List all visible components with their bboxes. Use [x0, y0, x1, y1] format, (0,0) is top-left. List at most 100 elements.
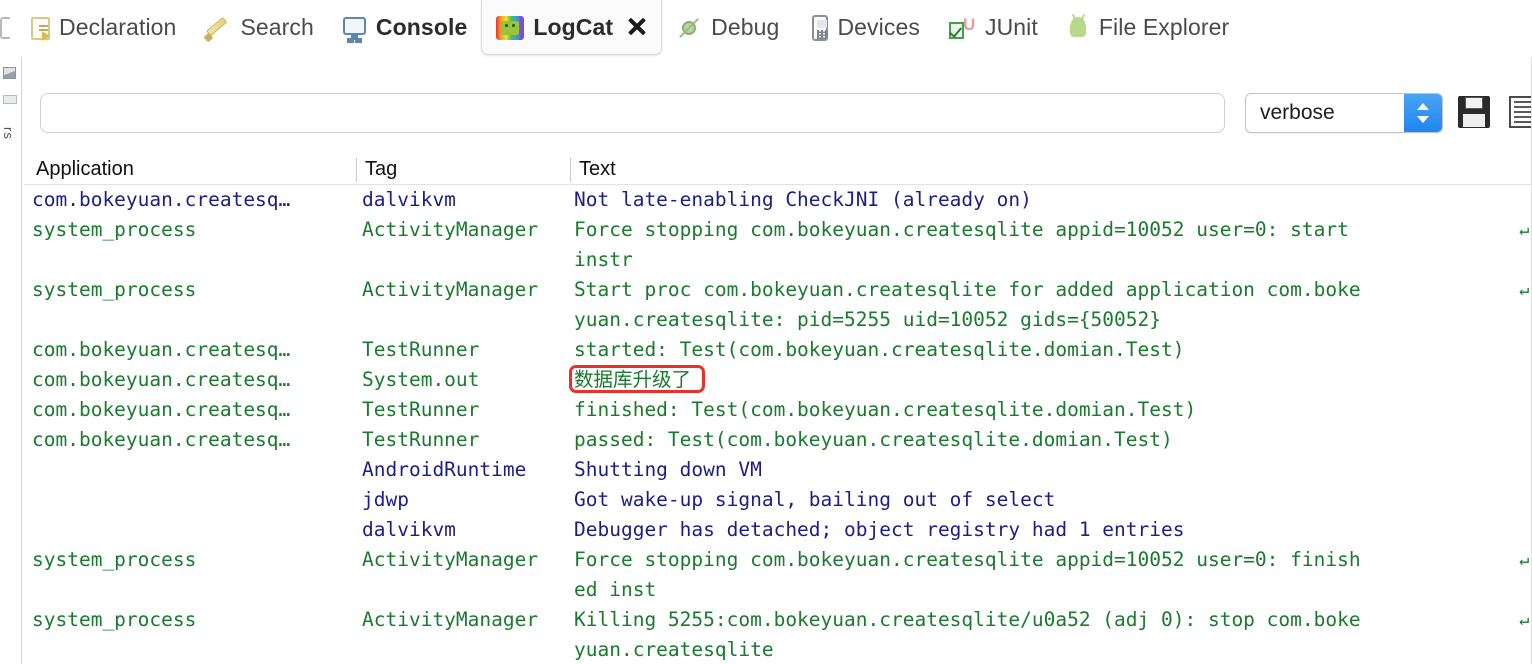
cell-tag: AndroidRuntime [362, 455, 570, 485]
tab-label: Devices [837, 14, 920, 41]
table-row[interactable]: jdwpGot wake-up signal, bailing out of s… [24, 485, 1532, 515]
device-phone-icon [812, 15, 828, 41]
cell-tag: ActivityManager [362, 605, 570, 635]
log-line: jdwpGot wake-up signal, bailing out of s… [24, 485, 1532, 515]
log-line: system_process ActivityManagerKilling 525… [24, 605, 1532, 635]
table-row[interactable]: system_process ActivityManagerKilling 525… [24, 605, 1532, 664]
export-document-icon[interactable] [1506, 93, 1532, 131]
cell-text: Got wake-up signal, bailing out of selec… [574, 485, 1504, 515]
declaration-icon [31, 17, 50, 40]
log-level-select[interactable]: verbose [1245, 93, 1443, 133]
cell-text: finished: Test(com.bokeyuan.createsqlite… [574, 395, 1504, 425]
cell-application: com.bokeyuan.createsq… [32, 395, 354, 425]
table-row[interactable]: system_process ActivityManagerForce stopp… [24, 215, 1532, 275]
log-row-list: com.bokeyuan.createsq…dalvikvmNot late-e… [24, 185, 1532, 664]
table-column-header: Application Tag Text [24, 158, 1532, 185]
tab-declaration[interactable]: Declaration [14, 0, 190, 55]
logcat-log-table[interactable]: Application Tag Text com.bokeyuan.create… [24, 158, 1532, 664]
cell-tag: System.out [362, 365, 570, 395]
log-line-continuation: yuan.createsqlite: pid=5255 uid=10052 gi… [24, 305, 1532, 335]
table-row[interactable]: AndroidRuntimeShutting down VM [24, 455, 1532, 485]
antenna-right-icon [1081, 13, 1085, 19]
cell-text: Debugger has detached; object registry h… [574, 515, 1504, 545]
table-row[interactable]: com.bokeyuan.createsq… TestRunnerpassed: … [24, 425, 1532, 455]
cell-text: Not late-enabling CheckJNI (already on) [574, 185, 1504, 215]
log-filter-input[interactable] [40, 93, 1225, 133]
tab-label: Search [240, 14, 313, 41]
log-line-continuation: instr [24, 245, 1532, 275]
table-row[interactable]: system_process ActivityManagerStart proc … [24, 275, 1532, 335]
wrap-continuation-icon: ↵ [1519, 545, 1529, 575]
logcat-android-icon [496, 16, 524, 40]
cell-text-continuation: yuan.createsqlite [574, 635, 1504, 664]
stepper-arrows-icon[interactable] [1404, 94, 1442, 132]
log-line: com.bokeyuan.createsq…System.out数据库升级了 [24, 365, 1532, 395]
cell-tag: TestRunner [362, 335, 570, 365]
cell-tag: jdwp [362, 485, 570, 515]
partial-tab-icon [0, 17, 10, 39]
cell-tag: TestRunner [362, 425, 570, 455]
tab-label: Declaration [59, 14, 176, 41]
tab-label: LogCat [533, 14, 613, 41]
tab-label: Console [376, 14, 467, 41]
tab-partial-offscreen[interactable] [0, 0, 14, 55]
cell-application: com.bokeyuan.createsq… [32, 185, 354, 215]
minimize-icon[interactable] [2, 91, 19, 108]
table-row[interactable]: system_process ActivityManagerForce stopp… [24, 545, 1532, 605]
cell-application: com.bokeyuan.createsq… [32, 335, 354, 365]
tab-logcat[interactable]: LogCat [481, 0, 662, 55]
cell-text: passed: Test(com.bokeyuan.createsqlite.d… [574, 425, 1504, 455]
antenna-left-icon [1072, 13, 1076, 19]
log-level-value: verbose [1246, 101, 1404, 125]
tab-junit[interactable]: JUnit [934, 0, 1052, 55]
view-tab-bar: Declaration Search Console LogCat Debug Devic… [0, 0, 1532, 55]
tab-console[interactable]: Console [328, 0, 481, 55]
log-line-continuation: ed inst [24, 575, 1532, 605]
log-line: system_process ActivityManagerStart proc … [24, 275, 1532, 305]
cell-application: com.bokeyuan.createsq… [32, 425, 354, 455]
cell-application: system_process [32, 215, 354, 245]
tab-label: Debug [711, 14, 779, 41]
column-header-tag[interactable]: Tag [356, 158, 397, 182]
column-header-application[interactable]: Application [28, 158, 134, 181]
cell-text: Killing 5255:com.bokeyuan.createsqlite/u… [574, 605, 1504, 635]
log-line: com.bokeyuan.createsq…TestRunnerstarted:… [24, 335, 1532, 365]
cell-tag: ActivityManager [362, 275, 570, 305]
cell-application: com.bokeyuan.createsq… [32, 365, 354, 395]
cell-tag: ActivityManager [362, 215, 570, 245]
table-row[interactable]: com.bokeyuan.createsq…TestRunnerstarted:… [24, 335, 1532, 365]
table-row[interactable]: com.bokeyuan.createsq… dalvikvmNot late-e… [24, 185, 1532, 215]
tab-label: JUnit [985, 14, 1038, 41]
cell-tag: dalvikvm [362, 515, 570, 545]
cell-tag: TestRunner [362, 395, 570, 425]
outline-icon[interactable] [2, 65, 19, 82]
logcat-toolbar: verbose [24, 82, 1532, 144]
cell-application: system_process [32, 275, 354, 305]
left-side-rail: rs [0, 57, 22, 664]
cell-application: system_process [32, 545, 354, 575]
cell-tag: dalvikvm [362, 185, 570, 215]
close-icon[interactable] [627, 17, 647, 37]
table-row[interactable]: dalvikvmDebugger has detached; object re… [24, 515, 1532, 545]
log-line-continuation: yuan.createsqlite [24, 635, 1532, 664]
rail-vertical-label: rs [1, 127, 16, 140]
tab-file-explorer[interactable]: File Explorer [1052, 0, 1243, 55]
column-header-text[interactable]: Text [570, 158, 616, 182]
cell-application: system_process [32, 605, 354, 635]
table-row[interactable]: com.bokeyuan.createsq… TestRunnerfinished… [24, 395, 1532, 425]
tab-label: File Explorer [1099, 14, 1229, 41]
cell-text-continuation: yuan.createsqlite: pid=5255 uid=10052 gi… [574, 305, 1504, 335]
wrap-continuation-icon: ↵ [1519, 275, 1529, 305]
cell-text: Force stopping com.bokeyuan.createsqlite… [574, 545, 1504, 575]
floppy-save-icon[interactable] [1456, 93, 1494, 131]
tab-debug[interactable]: Debug [662, 0, 793, 55]
cell-tag: ActivityManager [362, 545, 570, 575]
cell-text: Force stopping com.bokeyuan.createsqlite… [574, 215, 1504, 245]
cell-text: Start proc com.bokeyuan.createsqlite for… [574, 275, 1504, 305]
wrap-continuation-icon: ↵ [1519, 215, 1529, 245]
log-line: AndroidRuntimeShutting down VM [24, 455, 1532, 485]
tab-search[interactable]: Search [190, 0, 327, 55]
table-row[interactable]: com.bokeyuan.createsq…System.out数据库升级了 [24, 365, 1532, 395]
tab-devices[interactable]: Devices [793, 0, 934, 55]
junit-icon [948, 15, 976, 41]
